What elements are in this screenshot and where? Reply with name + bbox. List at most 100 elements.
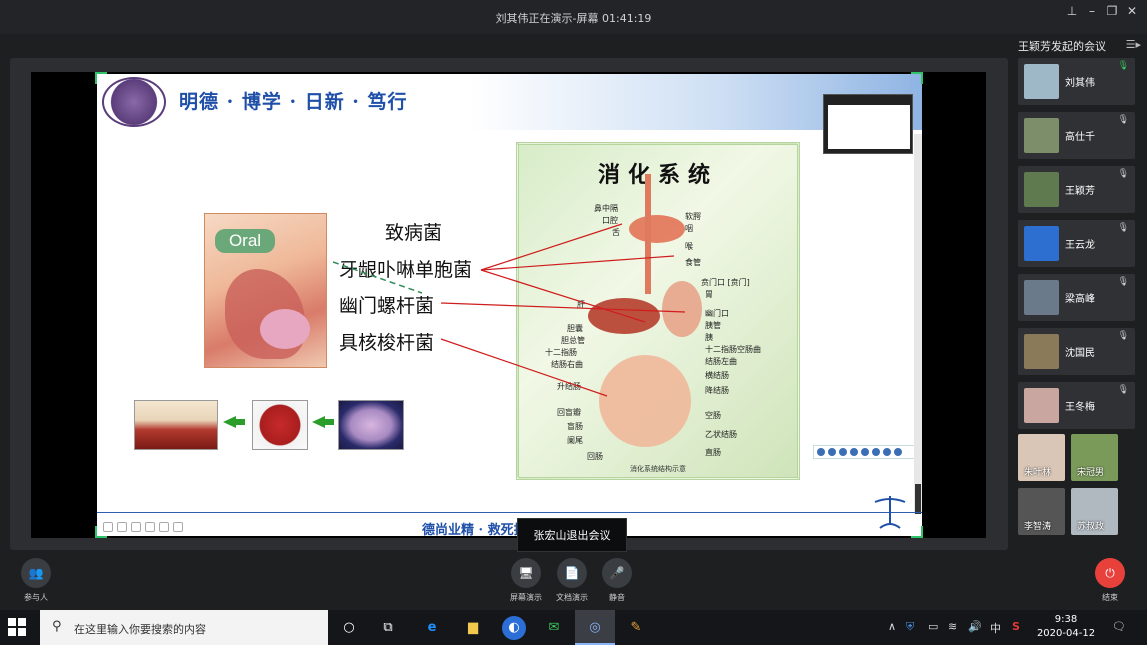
tool-icon[interactable] <box>850 448 858 456</box>
participant-tile[interactable]: 沈国民 🎙 <box>1018 328 1135 375</box>
participant-thumb[interactable]: 李智涛 <box>1018 488 1065 535</box>
window-controls: ⊥ – ❐ ✕ <box>1063 2 1141 20</box>
mic-icon: 🎙 <box>1117 277 1129 287</box>
green-arrow-icon <box>312 416 334 428</box>
frame-corner <box>95 526 107 538</box>
task-view-icon[interactable]: ⧉ <box>376 616 400 640</box>
clock-time: 9:38 <box>1054 614 1078 625</box>
edge-icon[interactable]: e <box>420 616 444 640</box>
participant-sidebar: 王颖芳发起的会议 ☰▸ 刘其伟 🎙 高仕千 🎙 王颖芳 🎙 王云龙 🎙 梁高峰 … <box>1013 34 1147 550</box>
arrow-to-colon <box>440 338 608 397</box>
participants-icon: 👥 <box>21 558 51 588</box>
participant-name: 高仕千 <box>1065 132 1095 143</box>
mic-icon: 🎙 <box>1117 115 1129 125</box>
slide-scrollbar[interactable] <box>914 134 922 514</box>
tool-icon[interactable] <box>861 448 869 456</box>
participant-tile[interactable]: 梁高峰 🎙 <box>1018 274 1135 321</box>
ime-indicator[interactable]: 中 <box>990 620 1001 636</box>
participant-thumb[interactable]: 宋冠男 <box>1071 434 1118 481</box>
tool-icon[interactable] <box>828 448 836 456</box>
stomach-shape <box>662 281 702 337</box>
collapse-list-icon[interactable]: ☰▸ <box>1126 38 1141 51</box>
esophagus-shape <box>629 215 685 243</box>
wifi-icon[interactable]: ≋ <box>948 620 957 633</box>
search-placeholder: 在这里输入你要搜索的内容 <box>74 623 206 636</box>
browser-icon[interactable]: ◐ <box>502 616 526 640</box>
battery-icon[interactable]: ▭ <box>928 620 938 633</box>
participant-name: 梁高峰 <box>1065 294 1095 305</box>
annotation-toolbar[interactable] <box>813 445 922 459</box>
minimize-icon[interactable]: – <box>1083 2 1101 20</box>
arrow-to-mouth <box>480 223 623 271</box>
highlighter-icon[interactable] <box>117 522 127 532</box>
mic-active-icon: 🎙 <box>1117 61 1129 71</box>
end-label: 结束 <box>1102 593 1118 602</box>
frame-corner <box>911 72 923 84</box>
participant-tile[interactable]: 刘其伟 🎙 <box>1018 58 1135 105</box>
eraser-icon[interactable] <box>131 522 141 532</box>
scrollbar-thumb[interactable] <box>915 484 921 514</box>
participant-name: 王云龙 <box>1065 240 1095 251</box>
tool-icon[interactable] <box>872 448 880 456</box>
participant-name: 刘其伟 <box>1065 78 1095 89</box>
footer-divider <box>97 512 922 513</box>
window-titlebar: 刘其伟正在演示-屏幕 01:41:19 ⊥ – ❐ ✕ <box>0 0 1147 34</box>
windows-start-icon[interactable] <box>8 618 26 636</box>
paint-icon[interactable]: ✎ <box>624 616 648 640</box>
screen-share-icon: 🖥 <box>511 558 541 588</box>
avatar <box>1024 280 1059 315</box>
participant-tile[interactable]: 王颖芳 🎙 <box>1018 166 1135 213</box>
tool-icon[interactable] <box>883 448 891 456</box>
notification-icon[interactable]: 🗨 <box>1112 620 1126 633</box>
volume-icon[interactable]: 🔊 <box>968 620 982 633</box>
avatar <box>1024 334 1059 369</box>
avatar <box>1024 118 1059 153</box>
clear-icon[interactable] <box>173 522 183 532</box>
participants-button[interactable]: 👥 参与人 <box>18 558 54 603</box>
participant-tile[interactable]: 高仕千 🎙 <box>1018 112 1135 159</box>
meeting-app-icon[interactable]: ◎ <box>583 616 607 640</box>
file-explorer-icon[interactable]: ▆ <box>461 616 485 640</box>
taskbar-clock[interactable]: 9:38 2020-04-12 <box>1036 613 1096 641</box>
pin-icon[interactable]: ⊥ <box>1063 2 1081 20</box>
participant-name: 王颖芳 <box>1065 186 1095 197</box>
tray-expand-icon[interactable]: ∧ <box>888 620 896 633</box>
participants-label: 参与人 <box>24 593 48 602</box>
doc-share-button[interactable]: 📄 文档演示 <box>552 558 592 603</box>
participant-tile[interactable]: 王冬梅 🎙 <box>1018 382 1135 429</box>
oral-dashed-line <box>332 261 423 294</box>
liver-shape <box>588 298 660 334</box>
caduceus-logo-icon <box>874 496 906 529</box>
pointer-icon[interactable] <box>159 522 169 532</box>
wechat-icon[interactable]: ✉ <box>542 616 566 640</box>
window-title: 刘其伟正在演示-屏幕 01:41:19 <box>495 12 652 25</box>
end-meeting-button[interactable]: ⏻ 结束 <box>1092 558 1128 603</box>
antivirus-icon[interactable]: S <box>1012 620 1020 633</box>
participant-thumb[interactable]: 朱叶林 <box>1018 434 1065 481</box>
screen-share-button[interactable]: 🖥 屏幕演示 <box>506 558 546 603</box>
screen-share-label: 屏幕演示 <box>510 593 542 602</box>
meeting-title: 王颖芳发起的会议 <box>1018 40 1106 53</box>
close-icon[interactable]: ✕ <box>1123 2 1141 20</box>
cortana-icon[interactable]: ○ <box>337 616 361 640</box>
notification-toast: 张宏山退出会议 <box>517 518 627 552</box>
tool-icon[interactable] <box>894 448 902 456</box>
participant-name: 沈国民 <box>1065 348 1095 359</box>
participant-thumb[interactable]: 苏叔政 <box>1071 488 1118 535</box>
participant-tile[interactable]: 王云龙 🎙 <box>1018 220 1135 267</box>
mute-button[interactable]: 🎤 静音 <box>599 558 635 603</box>
search-icon: ⚲ <box>52 619 62 634</box>
restore-icon[interactable]: ❐ <box>1103 2 1121 20</box>
microphone-icon: 🎤 <box>602 558 632 588</box>
clock-date: 2020-04-12 <box>1036 628 1096 639</box>
tool-icon[interactable] <box>839 448 847 456</box>
power-icon: ⏻ <box>1095 558 1125 588</box>
shape-icon[interactable] <box>145 522 155 532</box>
tool-icon[interactable] <box>817 448 825 456</box>
shield-icon[interactable]: ⛨ <box>906 620 914 634</box>
taskbar-search-input[interactable]: ⚲ 在这里输入你要搜索的内容 <box>40 610 328 645</box>
intestine-shape <box>599 355 691 447</box>
avatar <box>1024 388 1059 423</box>
avatar <box>1024 64 1059 99</box>
pen-tools <box>103 522 183 532</box>
